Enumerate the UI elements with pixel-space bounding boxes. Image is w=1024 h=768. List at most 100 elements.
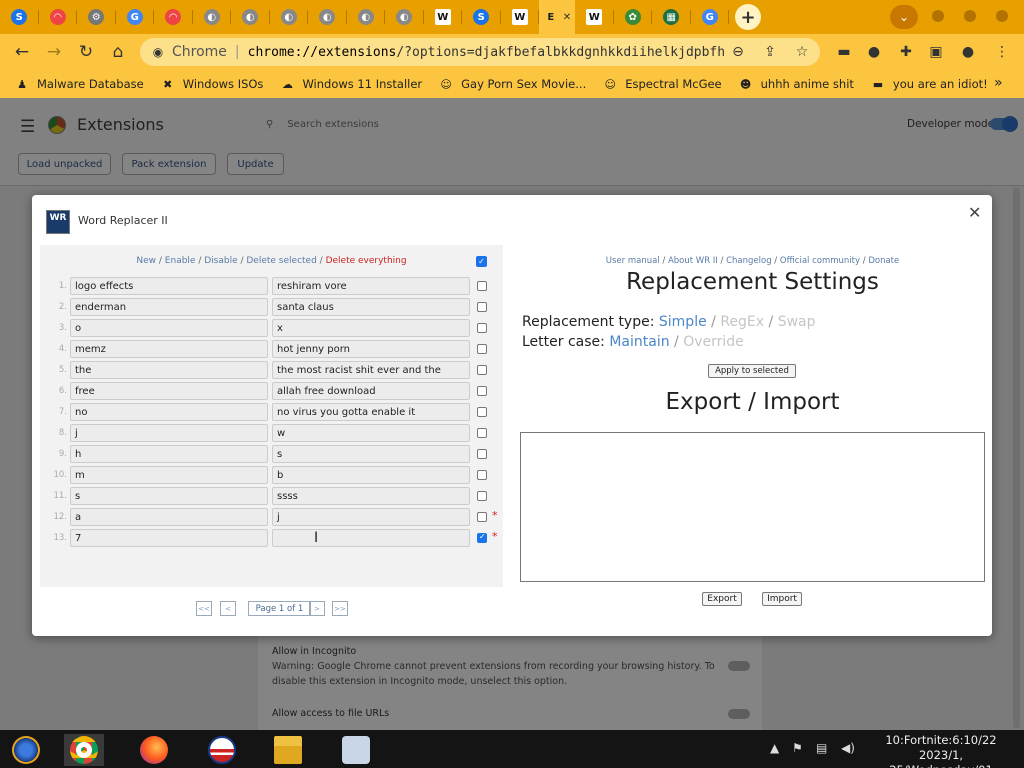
- page-scrollbar[interactable]: [1013, 188, 1020, 728]
- browser-tab[interactable]: ◐: [270, 0, 308, 34]
- chrome-icon[interactable]: [64, 734, 104, 766]
- bookmark-item[interactable]: ✖ Windows ISOs: [160, 76, 263, 92]
- tab-search-icon[interactable]: ⌄: [890, 5, 918, 29]
- browser-tab[interactable]: ◐: [193, 0, 231, 34]
- hamburger-menu-icon[interactable]: ☰: [20, 117, 35, 137]
- browser-tab[interactable]: ◐: [308, 0, 347, 34]
- row-checkbox[interactable]: [477, 323, 487, 333]
- replace-input[interactable]: allah free download: [272, 382, 470, 400]
- browser-tab[interactable]: G: [691, 0, 729, 34]
- find-input[interactable]: the: [70, 361, 268, 379]
- browser-tab[interactable]: ▦: [652, 0, 691, 34]
- maximize-button[interactable]: [964, 10, 976, 22]
- export-import-textarea[interactable]: [520, 432, 985, 582]
- browser-tab[interactable]: G: [116, 0, 154, 34]
- browser-tab[interactable]: ◠: [39, 0, 77, 34]
- community-link[interactable]: Official community: [780, 256, 860, 266]
- load-unpacked-button[interactable]: Load unpacked: [18, 153, 111, 175]
- browser-tab[interactable]: ◠: [154, 0, 193, 34]
- find-input[interactable]: no: [70, 403, 268, 421]
- replace-input[interactable]: ssss: [272, 487, 470, 505]
- back-button[interactable]: ←: [6, 36, 38, 68]
- about-link[interactable]: About WR II: [668, 256, 718, 266]
- flag-extension-icon[interactable]: ▬: [832, 40, 856, 64]
- find-input[interactable]: 7: [70, 529, 268, 547]
- browser-tab[interactable]: W: [424, 0, 462, 34]
- replace-input[interactable]: x: [272, 319, 470, 337]
- row-checkbox[interactable]: [477, 491, 487, 501]
- row-checkbox[interactable]: [477, 281, 487, 291]
- replace-input[interactable]: j: [272, 508, 470, 526]
- prev-page-button[interactable]: <: [220, 601, 236, 616]
- row-checkbox[interactable]: [477, 302, 487, 312]
- row-checkbox[interactable]: [477, 512, 487, 522]
- incognito-toggle[interactable]: [728, 661, 750, 671]
- bookmark-item[interactable]: ☺ Gay Porn Sex Movie...: [438, 76, 586, 92]
- browser-tab[interactable]: E ✕: [539, 0, 575, 34]
- bookmarks-overflow-icon[interactable]: »: [994, 75, 1003, 91]
- browser-tab[interactable]: W: [575, 0, 614, 34]
- row-checkbox[interactable]: [477, 449, 487, 459]
- export-button[interactable]: Export: [702, 592, 742, 606]
- find-input[interactable]: enderman: [70, 298, 268, 316]
- next-page-button[interactable]: >: [309, 601, 325, 616]
- row-checkbox[interactable]: [477, 344, 487, 354]
- last-page-button[interactable]: >>: [332, 601, 348, 616]
- minimize-button[interactable]: [932, 10, 944, 22]
- find-input[interactable]: a: [70, 508, 268, 526]
- browser-tab[interactable]: S: [0, 0, 39, 34]
- replace-input[interactable]: s: [272, 445, 470, 463]
- close-tab-icon[interactable]: ✕: [563, 12, 571, 23]
- browser-tab[interactable]: ⚙: [77, 0, 116, 34]
- select-all-checkbox[interactable]: ✓: [476, 256, 487, 267]
- new-tab-button[interactable]: +: [735, 4, 761, 30]
- browser-tab[interactable]: ✿: [614, 0, 652, 34]
- enable-link[interactable]: Enable: [165, 256, 196, 266]
- kebab-menu-icon[interactable]: ⋮: [990, 40, 1014, 64]
- import-button[interactable]: Import: [762, 592, 802, 606]
- snipping-tool-icon[interactable]: [336, 734, 376, 766]
- find-input[interactable]: o: [70, 319, 268, 337]
- file-urls-toggle[interactable]: [728, 709, 750, 719]
- find-input[interactable]: logo effects: [70, 277, 268, 295]
- puzzle-icon[interactable]: ✚: [894, 40, 918, 64]
- replace-input[interactable]: [272, 529, 470, 547]
- firefox-icon[interactable]: [134, 734, 174, 766]
- disable-link[interactable]: Disable: [204, 256, 237, 266]
- developer-mode-toggle[interactable]: [990, 116, 1018, 132]
- row-checkbox[interactable]: [477, 532, 487, 543]
- share-icon[interactable]: ⇪: [758, 40, 782, 64]
- delete-selected-link[interactable]: Delete selected: [246, 256, 316, 266]
- row-checkbox[interactable]: [477, 470, 487, 480]
- row-checkbox[interactable]: [477, 365, 487, 375]
- replace-input[interactable]: reshiram vore: [272, 277, 470, 295]
- bookmark-item[interactable]: ☺ Espectral McGee: [602, 76, 722, 92]
- replace-input[interactable]: w: [272, 424, 470, 442]
- search-extensions-input[interactable]: ⚲ Search extensions: [266, 119, 393, 130]
- bookmark-item[interactable]: ▬ you are an idiot!: [870, 76, 988, 92]
- find-input[interactable]: free: [70, 382, 268, 400]
- find-input[interactable]: j: [70, 424, 268, 442]
- browser-tab[interactable]: ◐: [347, 0, 385, 34]
- changelog-link[interactable]: Changelog: [726, 256, 772, 266]
- zoom-icon[interactable]: ⊖: [726, 40, 750, 64]
- browser-tab[interactable]: ◐: [385, 0, 424, 34]
- replace-input[interactable]: hot jenny porn: [272, 340, 470, 358]
- reload-button[interactable]: ↻: [70, 36, 102, 68]
- bookmark-item[interactable]: ☻ uhhh anime shit: [738, 76, 854, 92]
- find-input[interactable]: h: [70, 445, 268, 463]
- address-bar[interactable]: ◉ Chrome | chrome://extensions/?options=…: [140, 38, 820, 66]
- user-manual-link[interactable]: User manual: [606, 256, 660, 266]
- window-close-button[interactable]: [996, 10, 1008, 22]
- side-panel-icon[interactable]: ▣: [924, 40, 948, 64]
- replace-input[interactable]: b: [272, 466, 470, 484]
- first-page-button[interactable]: <<: [196, 601, 212, 616]
- action-center-flag-icon[interactable]: ⚑: [792, 741, 803, 755]
- type-simple-option[interactable]: Simple: [659, 314, 707, 330]
- browser-tab[interactable]: S: [462, 0, 501, 34]
- volume-icon[interactable]: ◀): [841, 741, 855, 755]
- row-checkbox[interactable]: [477, 386, 487, 396]
- browser-tab[interactable]: W: [501, 0, 539, 34]
- system-clock[interactable]: 10:Fortnite:6:10/22 2023/1, 25/Wednesday…: [866, 733, 1016, 768]
- close-icon[interactable]: ✕: [968, 203, 981, 222]
